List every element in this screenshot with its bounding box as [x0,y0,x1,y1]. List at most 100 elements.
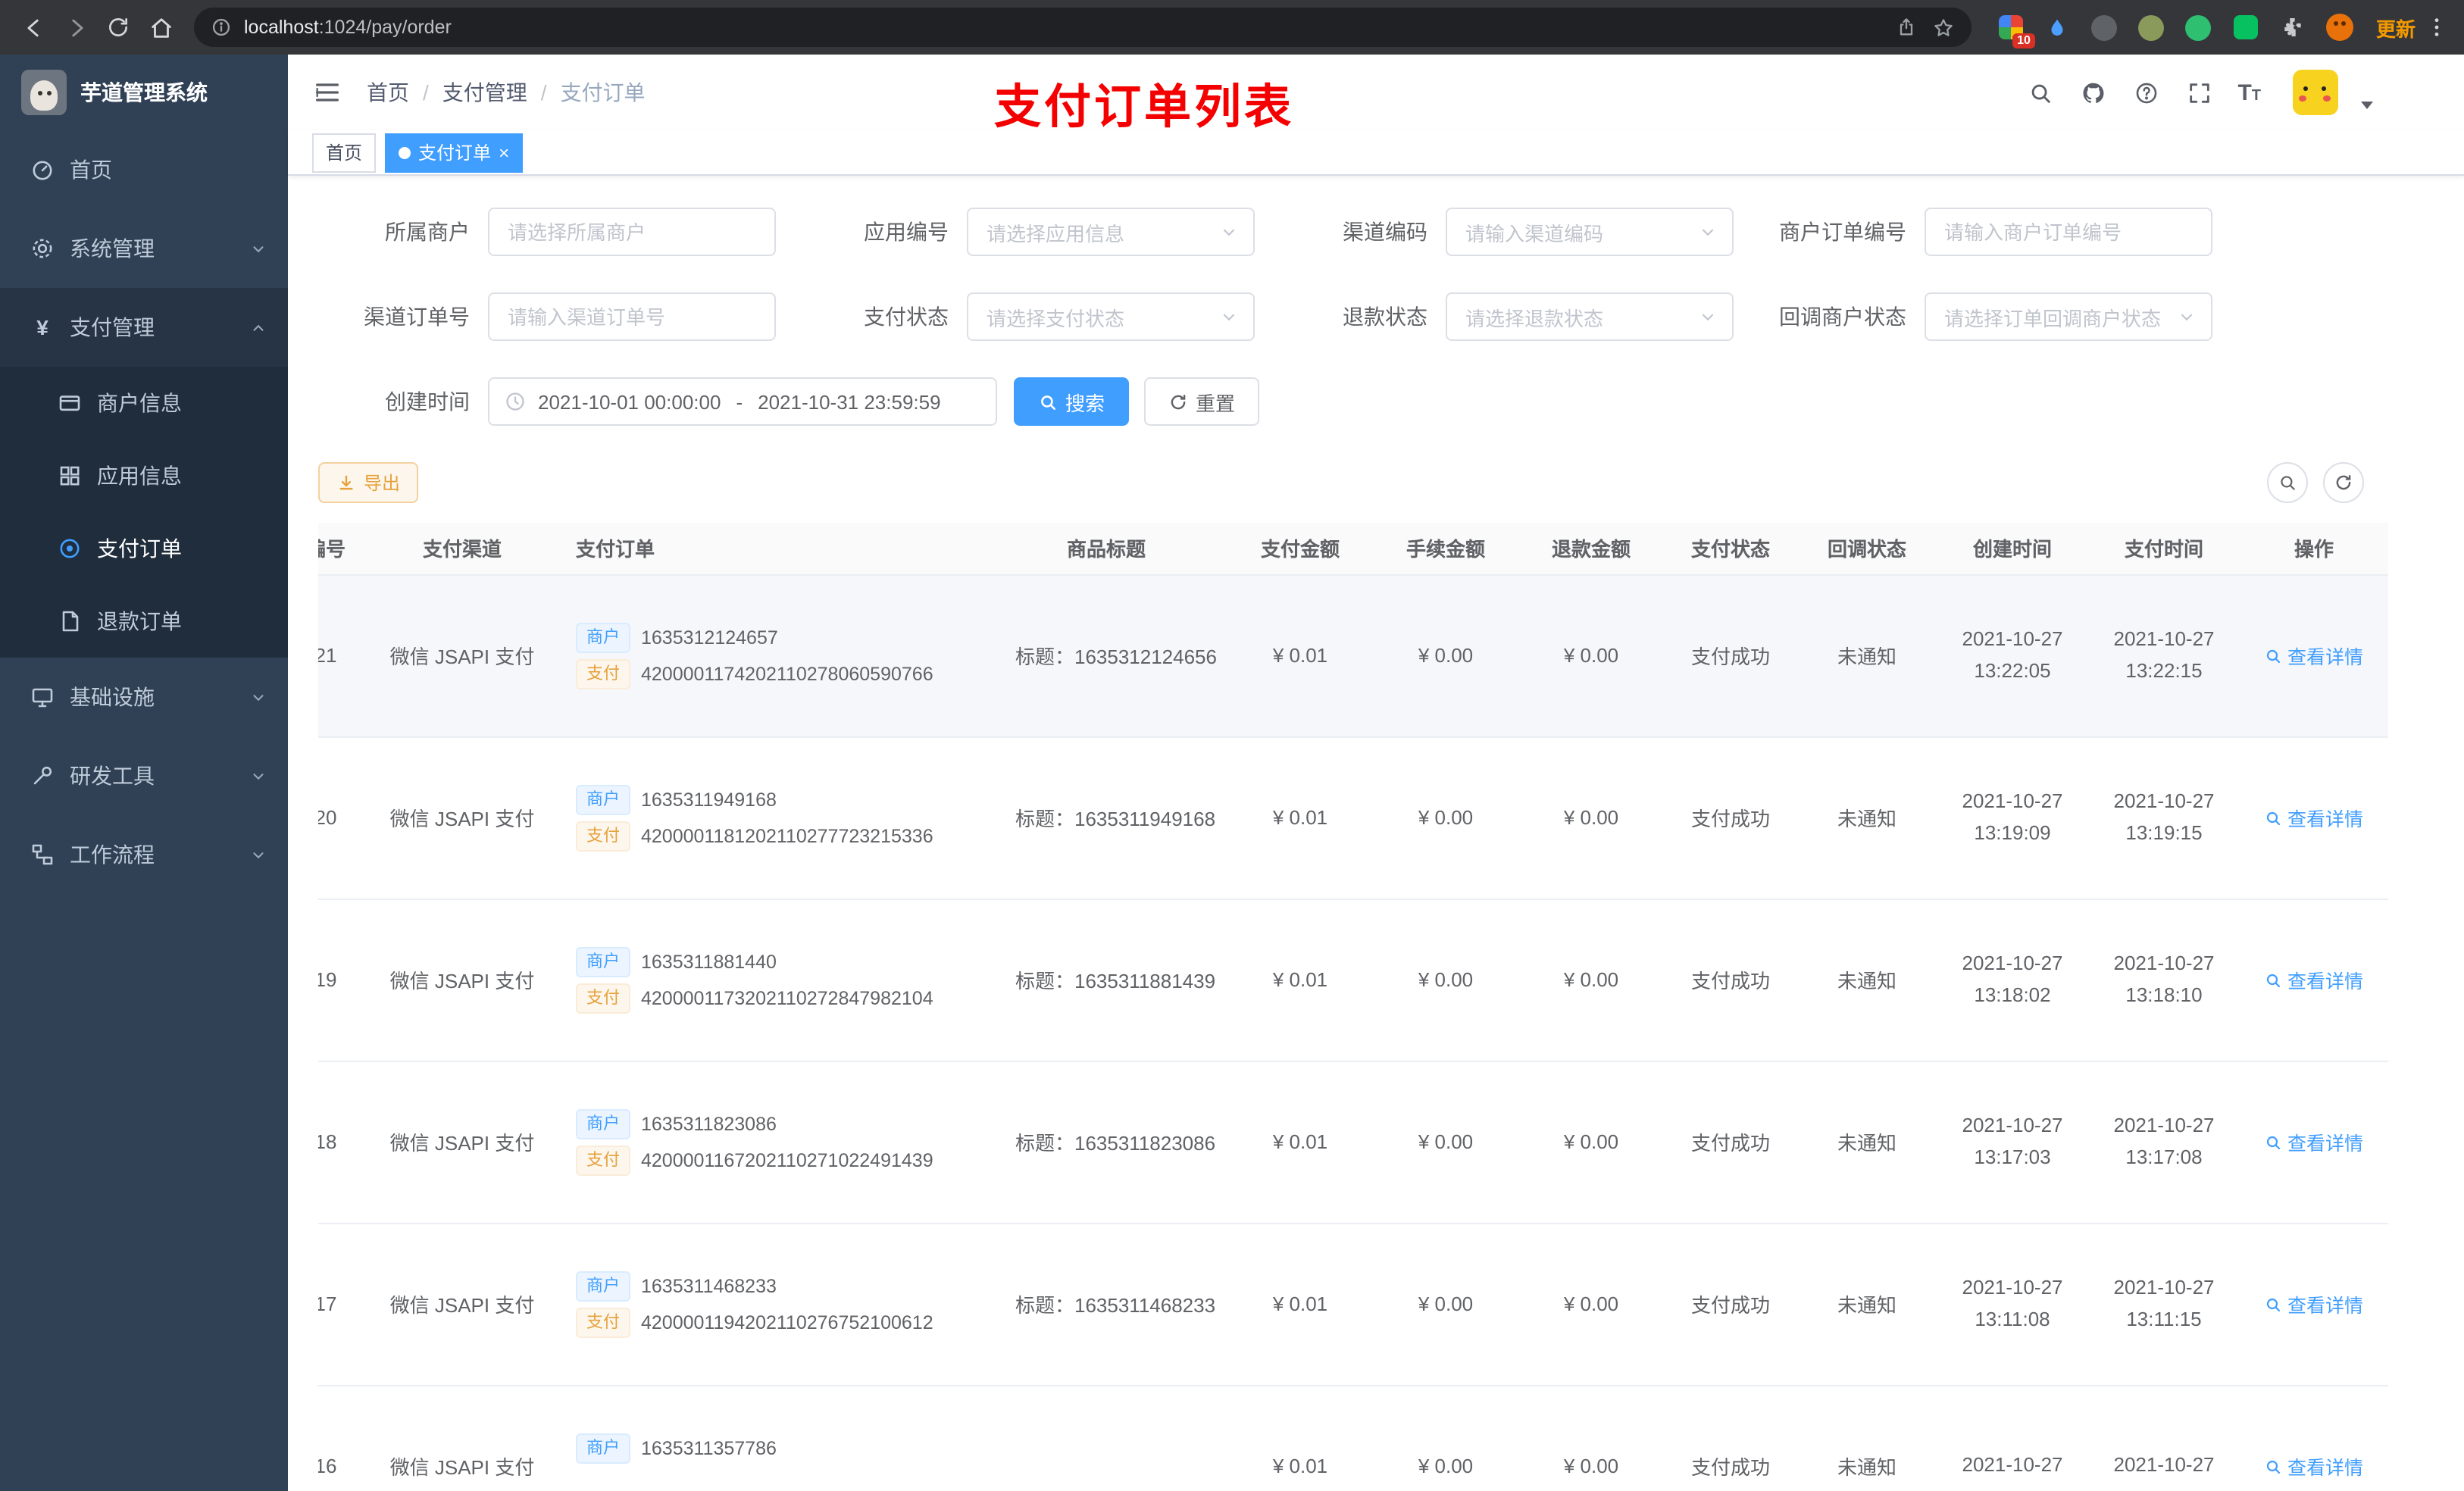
extension-olive-icon[interactable] [2137,12,2167,42]
browser-toolbar: localhost:1024/pay/order 10 更新 [0,0,2464,55]
breadcrumb-home[interactable]: 首页 [367,77,409,108]
sidebar-item-merchant-info[interactable]: 商户信息 [0,367,288,439]
filter-label: 退款状态 [1343,305,1427,329]
help-icon[interactable] [2131,77,2162,108]
chevron-down-icon [1699,223,1717,241]
cell-refund: ¥ 0.00 [1518,1385,1664,1491]
sidebar-item-refund-order[interactable]: 退款订单 [0,585,288,658]
pay-order-no: 4200001181202110277723215336 [641,825,933,846]
search-button[interactable]: 搜索 [1014,377,1130,426]
browser-menu-icon[interactable] [2425,15,2452,39]
view-detail-link[interactable]: 查看详情 [2265,1452,2363,1480]
cell-pay-order: 商户 1635312124657 支付 42000011742021102780… [546,574,985,737]
cell-fee: ¥ 0.00 [1373,1223,1518,1386]
address-bar[interactable]: localhost:1024/pay/order [194,8,1972,47]
reset-button[interactable]: 重置 [1144,377,1260,426]
cell-fee: ¥ 0.00 [1373,736,1518,899]
extension-green-square-icon[interactable] [2231,12,2261,42]
create-time-range-picker[interactable]: 2021-10-01 00:00:00 - 2021-10-31 23:59:5… [488,377,997,426]
cell-refund: ¥ 0.00 [1518,574,1664,737]
close-tab-icon[interactable]: × [499,143,509,161]
filter-label: 创建时间 [385,389,470,414]
cell-channel: 微信 JSAPI 支付 [379,899,546,1061]
search-icon[interactable] [2025,77,2056,108]
hamburger-icon[interactable] [312,77,342,108]
extension-colorful-icon[interactable]: 10 [1996,12,2035,48]
orders-table: 编号 支付渠道 支付订单 商品标题 支付金额 手续金额 退款金额 支付状态 回调… [318,523,2388,1491]
filter-label: 所属商户 [385,220,470,244]
home-icon[interactable] [139,6,182,48]
wrench-icon [30,764,55,788]
back-icon[interactable] [12,6,55,48]
site-info-icon[interactable] [211,17,232,38]
sidebar-item-devtools[interactable]: 研发工具 [0,736,288,815]
bookmark-star-icon[interactable] [1932,16,1955,39]
fullscreen-icon[interactable] [2184,77,2215,108]
view-detail-link[interactable]: 查看详情 [2265,965,2363,994]
cell-create-time: 2021-10-27 13:17:03 [1937,1061,2088,1224]
tab-pay-order[interactable]: 支付订单 × [385,133,524,172]
cell-amount: ¥ 0.01 [1227,899,1373,1061]
view-detail-link[interactable]: 查看详情 [2265,1289,2363,1318]
merchant-tag: 商户 [576,946,630,977]
extension-dark-icon[interactable] [2090,12,2120,42]
share-icon[interactable] [1896,17,1917,38]
cell-pay-time: 2021-10-27 [2088,1385,2240,1491]
github-icon[interactable] [2078,77,2109,108]
user-avatar[interactable] [2293,70,2338,115]
refresh-table-button[interactable] [2323,462,2364,503]
filter-label: 支付状态 [864,305,949,329]
view-detail-link[interactable]: 查看详情 [2265,641,2363,670]
cell-create-time: 2021-10-27 13:11:08 [1937,1223,2088,1386]
notify-status-select[interactable]: 请选择订单回调商户状态 [1925,292,2212,341]
forward-icon[interactable] [55,6,97,48]
cell-pay-time: 2021-10-27 13:17:08 [2088,1061,2240,1224]
cell-amount: ¥ 0.01 [1227,1385,1373,1491]
chevron-down-icon [2178,308,2196,326]
view-detail-link[interactable]: 查看详情 [2265,1127,2363,1156]
font-size-icon[interactable]: TT [2237,81,2261,104]
sidebar-item-infra[interactable]: 基础设施 [0,658,288,736]
refresh-icon[interactable] [97,6,139,48]
sidebar-item-app-info[interactable]: 应用信息 [0,439,288,512]
avatar-caret-icon[interactable] [2361,102,2373,109]
extension-badge: 10 [2012,33,2035,48]
document-icon [58,609,82,633]
merchant-order-no: 1635312124657 [641,627,778,648]
cell-create-time: 2021-10-27 [1937,1385,2088,1491]
cell-pay-time: 2021-10-27 13:18:10 [2088,899,2240,1061]
cell-pay-order: 商户 1635311357786 支付 [546,1385,985,1491]
profile-avatar-icon[interactable] [2325,12,2355,42]
view-detail-link[interactable]: 查看详情 [2265,803,2363,832]
refund-status-select[interactable]: 请选择退款状态 [1446,292,1734,341]
app-id-select[interactable]: 请选择应用信息 [967,208,1255,256]
extension-green-circle-icon[interactable] [2184,12,2214,42]
export-button[interactable]: 导出 [318,462,419,503]
cell-fee: ¥ 0.00 [1373,1385,1518,1491]
merchant-order-no-input[interactable] [1925,208,2212,256]
sidebar-item-payment[interactable]: ¥ 支付管理 [0,288,288,367]
breadcrumb-payment[interactable]: 支付管理 [442,77,527,108]
order-row: 20 微信 JSAPI 支付 商户 1635311949168 支付 [318,736,2388,899]
app-logo-row[interactable]: 芋道管理系统 [0,55,288,130]
filter-label: 回调商户状态 [1779,305,1906,329]
update-button[interactable]: 更新 [2367,13,2425,42]
card-icon [58,391,82,415]
tab-home[interactable]: 首页 [312,133,377,172]
grid-icon [58,464,82,488]
sidebar-item-home[interactable]: 首页 [0,130,288,209]
cell-amount: ¥ 0.01 [1227,1061,1373,1224]
cell-notify: 未通知 [1797,1385,1937,1491]
sidebar-item-system[interactable]: 系统管理 [0,209,288,288]
merchant-input[interactable] [488,208,776,256]
cell-channel: 微信 JSAPI 支付 [379,574,546,737]
sidebar-item-pay-order[interactable]: 支付订单 [0,512,288,585]
extensions-puzzle-icon[interactable] [2278,12,2308,42]
pay-status-select[interactable]: 请选择支付状态 [967,292,1255,341]
top-navbar: 首页 / 支付管理 / 支付订单 支付订单列表 T T [288,55,2464,133]
toggle-search-button[interactable] [2267,462,2308,503]
channel-code-select[interactable]: 请输入渠道编码 [1446,208,1734,256]
channel-order-no-input[interactable] [488,292,776,341]
extension-drop-icon[interactable] [2043,12,2073,42]
sidebar-item-workflow[interactable]: 工作流程 [0,815,288,894]
